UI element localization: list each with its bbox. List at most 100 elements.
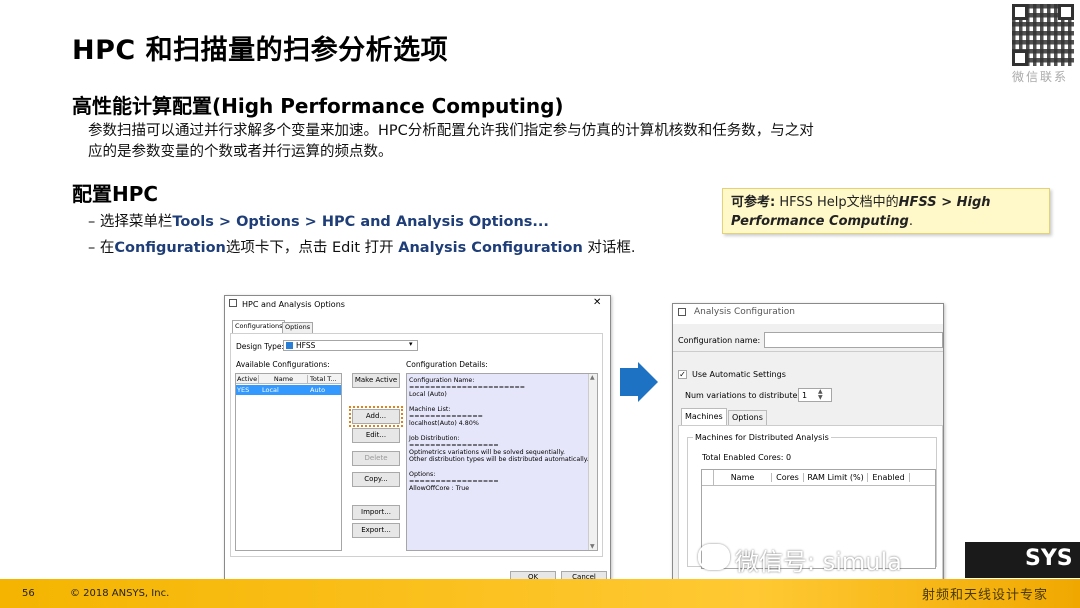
detail-line [409,399,589,406]
watermark-text: 微信号: simula [735,548,902,576]
bullet2-dialog: Analysis Configuration [398,240,583,256]
column-header-total: Total T... [310,375,337,383]
available-configs-label: Available Configurations: [236,360,330,369]
chevron-down-icon: ▾ [409,340,413,348]
reference-note: 可参考: HFSS Help文档中的HFSS > High Performanc… [722,188,1050,234]
column-header-cores: Cores [772,473,804,482]
column-header-active: Active [237,375,259,383]
num-variations-label: Num variations to distribute: [685,391,801,400]
config-details-pane: Configuration Name: =====================… [406,373,598,551]
wechat-icon [698,544,730,570]
design-type-label: Design Type: [236,342,285,351]
cell-total: Auto [310,386,326,394]
brand-logo: SYS [965,542,1080,578]
bullet2-suffix: 对话框. [582,240,636,256]
detail-line: ================= [409,477,499,485]
scroll-down-icon: ▼ [590,543,595,550]
bullet-menu-path: – 选择菜单栏Tools > Options > HPC and Analysi… [88,210,549,231]
scroll-up-icon: ▲ [590,374,595,381]
export-button[interactable]: Export... [352,523,400,538]
import-button[interactable]: Import... [352,505,400,520]
ref-end: . [908,214,913,229]
available-configs-table: Active Name Total T... YES Local Auto [235,373,342,551]
watermark-subtitle: 射频和天线设计专家 [922,588,1049,603]
detail-line: Local (Auto) [409,391,447,399]
detail-line: Configuration Name: [409,377,475,384]
bullet-edit-config: – 在Configuration选项卡下，点击 Edit 打开 Analysis… [88,236,636,257]
ref-text: HFSS Help文档中的 [775,195,899,210]
detail-line: Options: [409,470,436,478]
detail-line [409,427,589,434]
detail-line: Other distribution types will be distrib… [409,456,589,464]
bullet2-prefix: – 在 [88,240,115,256]
dialog-title: Analysis Configuration [694,307,795,317]
qr-code [1012,4,1074,66]
slide-title: HPC 和扫描量的扫参分析选项 [72,35,449,66]
column-header-blank [702,470,714,485]
detail-line: ============== [409,413,483,421]
details-scrollbar[interactable]: ▲ ▼ [588,374,597,550]
brand-logo-text: SYS [1025,546,1073,571]
section-paragraph-line1: 参数扫描可以通过并行求解多个变量来加速。HPC分析配置允许我们指定参与仿真的计算… [88,123,814,139]
detail-line [409,463,589,470]
table-header: Active Name Total T... [236,374,341,384]
detail-line: AllowOffCore : True [409,485,470,493]
use-auto-checkbox[interactable]: ✓ [678,370,687,379]
column-header-name: Name [714,473,772,482]
config-name-label: Configuration name: [678,336,761,345]
detail-line: localhost(Auto) 4.80% [409,420,479,428]
close-icon[interactable]: ✕ [593,297,601,308]
section-heading-hpc: 高性能计算配置(High Performance Computing) [72,94,564,118]
section-heading-config: 配置HPC [72,182,159,206]
divider [673,351,943,352]
detail-line: ================= [409,441,499,449]
config-details-text: Configuration Name: =====================… [409,377,589,492]
machines-group-label: Machines for Distributed Analysis [693,433,831,442]
column-header-name: Name [260,375,308,383]
tab-machines[interactable]: Machines [681,408,727,425]
add-button[interactable]: Add... [349,406,403,427]
arrow-right-icon [620,368,638,396]
table-header: Name Cores RAM Limit (%) Enabled [702,470,935,486]
detail-line: Machine List: [409,405,451,413]
page-number: 56 [22,588,35,599]
hpc-options-dialog: HPC and Analysis Options ✕ Configuration… [224,295,611,591]
ref-label: 可参考: [731,195,776,210]
num-variations-stepper[interactable]: 1 ▲ ▼ [798,388,832,402]
tab-configurations[interactable]: Configurations [232,320,286,333]
ref-path-line1: HFSS > High [898,195,991,210]
arrow-head-icon [638,362,658,402]
column-header-enabled: Enabled [868,473,910,482]
use-auto-label: Use Automatic Settings [692,370,786,379]
tab-options[interactable]: Options [728,410,767,425]
hfss-icon [286,342,293,349]
bullet2-tab: Configuration [114,240,226,256]
section-paragraph-line2: 应的是参数变量的个数或者并行运算的频点数。 [88,144,393,160]
analysis-config-dialog: Analysis Configuration Configuration nam… [672,303,944,581]
detail-line: Optimetrics variations will be solved se… [409,449,566,457]
design-type-select[interactable]: HFSS ▾ [283,340,418,351]
delete-button[interactable]: Delete [352,451,400,466]
copyright: © 2018 ANSYS, Inc. [70,588,170,599]
qr-label: 微信联系 [1012,70,1069,84]
copy-button[interactable]: Copy... [352,472,400,487]
spin-down-icon[interactable]: ▼ [818,394,823,401]
window-app-icon [678,308,686,316]
bullet1-prefix: – 选择菜单栏 [88,214,173,230]
column-header-ram: RAM Limit (%) [804,473,868,482]
detail-line: ====================== [409,384,526,392]
detail-line: Job Distribution: [409,434,460,442]
total-cores-label: Total Enabled Cores: 0 [702,453,792,462]
edit-button[interactable]: Edit... [352,428,400,443]
make-active-button[interactable]: Make Active [352,373,400,388]
ref-path-line2: Performance Computing [731,214,909,229]
window-app-icon [229,299,237,307]
bullet1-path: Tools > Options > HPC and Analysis Optio… [172,214,549,230]
design-type-value: HFSS [296,341,316,350]
tab-options[interactable]: Options [282,322,314,333]
config-name-input[interactable] [764,332,943,348]
cell-active: YES [237,386,250,394]
bullet2-mid: 选项卡下，点击 Edit 打开 [225,240,399,256]
table-row[interactable]: YES Local Auto [236,385,341,395]
num-variations-value: 1 [802,391,808,400]
